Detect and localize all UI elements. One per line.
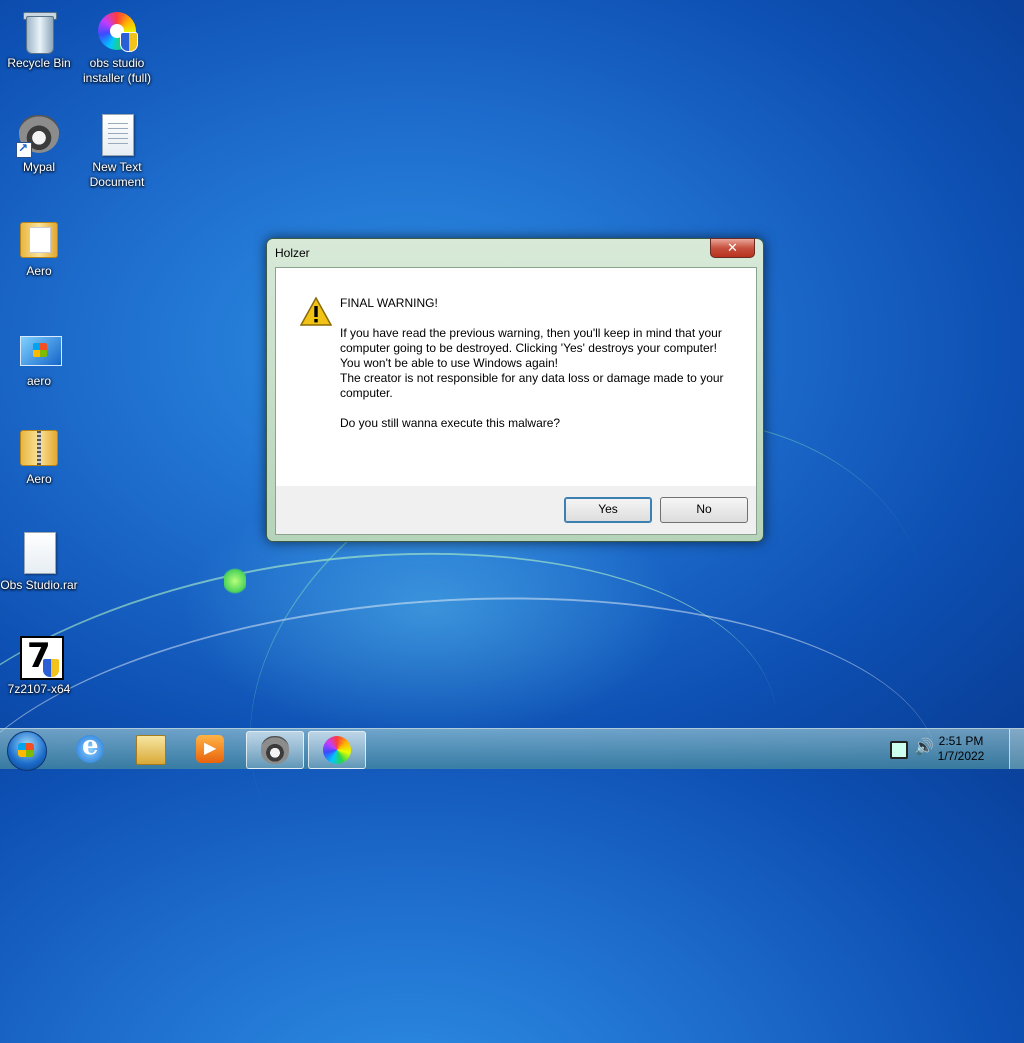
obs-installer-icon: [323, 736, 351, 764]
desktop-icon-aero-theme[interactable]: aero: [0, 326, 78, 389]
message-line: You won't be able to use Windows again!: [340, 356, 558, 370]
obs-installer-icon: [94, 8, 140, 54]
folder-icon: [16, 216, 62, 262]
mypal-raccoon-icon: [16, 112, 62, 158]
desktop-icon-aero-folder[interactable]: Aero: [0, 216, 78, 279]
media-player-icon: [196, 735, 224, 763]
dialog-titlebar[interactable]: Holzer ✕: [267, 238, 763, 267]
desktop-icon-recycle-bin[interactable]: Recycle Bin: [0, 8, 78, 71]
desktop-icon-label: 7z2107-x64: [7, 682, 71, 696]
message-line: computer going to be destroyed. Clicking…: [340, 341, 717, 355]
desktop-icon-label: New Text Document: [89, 160, 145, 189]
wallpaper-leaf: [224, 566, 246, 596]
desktop-icon-label: Obs Studio.rar: [0, 578, 78, 592]
recycle-bin-icon: [16, 8, 62, 54]
desktop-icon-label: Aero: [26, 264, 52, 278]
clock-date: 1/7/2022: [937, 749, 985, 763]
desktop-icon-obs-rar[interactable]: Obs Studio.rar: [0, 530, 78, 593]
message-line: If you have read the previous warning, t…: [340, 326, 722, 340]
yes-button[interactable]: Yes: [564, 497, 652, 523]
dialog-message: FINAL WARNING! If you have read the prev…: [340, 296, 740, 431]
warning-question: Do you still wanna execute this malware?: [340, 416, 561, 430]
close-button[interactable]: ✕: [710, 238, 755, 258]
start-button[interactable]: [7, 731, 47, 771]
desktop-icon-label: Recycle Bin: [7, 56, 71, 70]
dialog-content: FINAL WARNING! If you have read the prev…: [275, 267, 757, 535]
desktop-icon-label: Mypal: [22, 160, 55, 174]
desktop-icon-7zip[interactable]: 7 7z2107-x64: [0, 634, 78, 697]
mypal-raccoon-icon: [261, 736, 289, 764]
shortcut-arrow-icon: [16, 141, 32, 158]
zip-folder-icon: [16, 424, 62, 470]
desktop-icon-mypal[interactable]: Mypal: [0, 112, 78, 175]
taskbar-internet-explorer[interactable]: [62, 731, 118, 767]
taskbar-file-explorer[interactable]: [122, 731, 178, 767]
file-icon: [16, 530, 62, 576]
no-button[interactable]: No: [660, 497, 748, 523]
desktop-icon-aero-zip[interactable]: Aero: [0, 424, 78, 487]
7zip-installer-icon: 7: [16, 634, 64, 680]
desktop-icon-label: Aero: [26, 472, 52, 486]
taskbar-obs-installer[interactable]: [308, 731, 366, 769]
dialog-title: Holzer: [275, 246, 310, 260]
taskbar-mypal[interactable]: [246, 731, 304, 769]
taskbar: 🔊 2:51 PM 1/7/2022: [0, 728, 1024, 771]
file-explorer-icon: [136, 735, 166, 765]
text-document-icon: [94, 112, 140, 158]
internet-explorer-icon: [76, 731, 104, 763]
warning-heading: FINAL WARNING!: [340, 296, 438, 310]
warning-icon: [299, 296, 333, 326]
system-tray: 🔊 2:51 PM 1/7/2022: [884, 729, 1024, 769]
warning-dialog: Holzer ✕ FINAL WARNING! If you have read…: [266, 238, 764, 542]
clock[interactable]: 2:51 PM 1/7/2022: [926, 734, 996, 764]
message-line: The creator is not responsible for any d…: [340, 371, 724, 400]
show-desktop-button[interactable]: [1009, 729, 1024, 769]
desktop-icon-label: aero: [26, 374, 52, 388]
close-icon: ✕: [727, 240, 738, 255]
desktop-icon-label: obs studio installer (full): [82, 56, 151, 85]
taskbar-media-player[interactable]: [182, 731, 238, 767]
clock-time: 2:51 PM: [938, 734, 984, 748]
network-icon[interactable]: [890, 741, 908, 759]
dialog-button-bar: Yes No: [276, 486, 756, 534]
desktop-icon-new-text-document[interactable]: New Text Document: [78, 112, 156, 190]
desktop-icon-obs-installer[interactable]: obs studio installer (full): [78, 8, 156, 86]
windows-theme-icon: [16, 326, 62, 372]
